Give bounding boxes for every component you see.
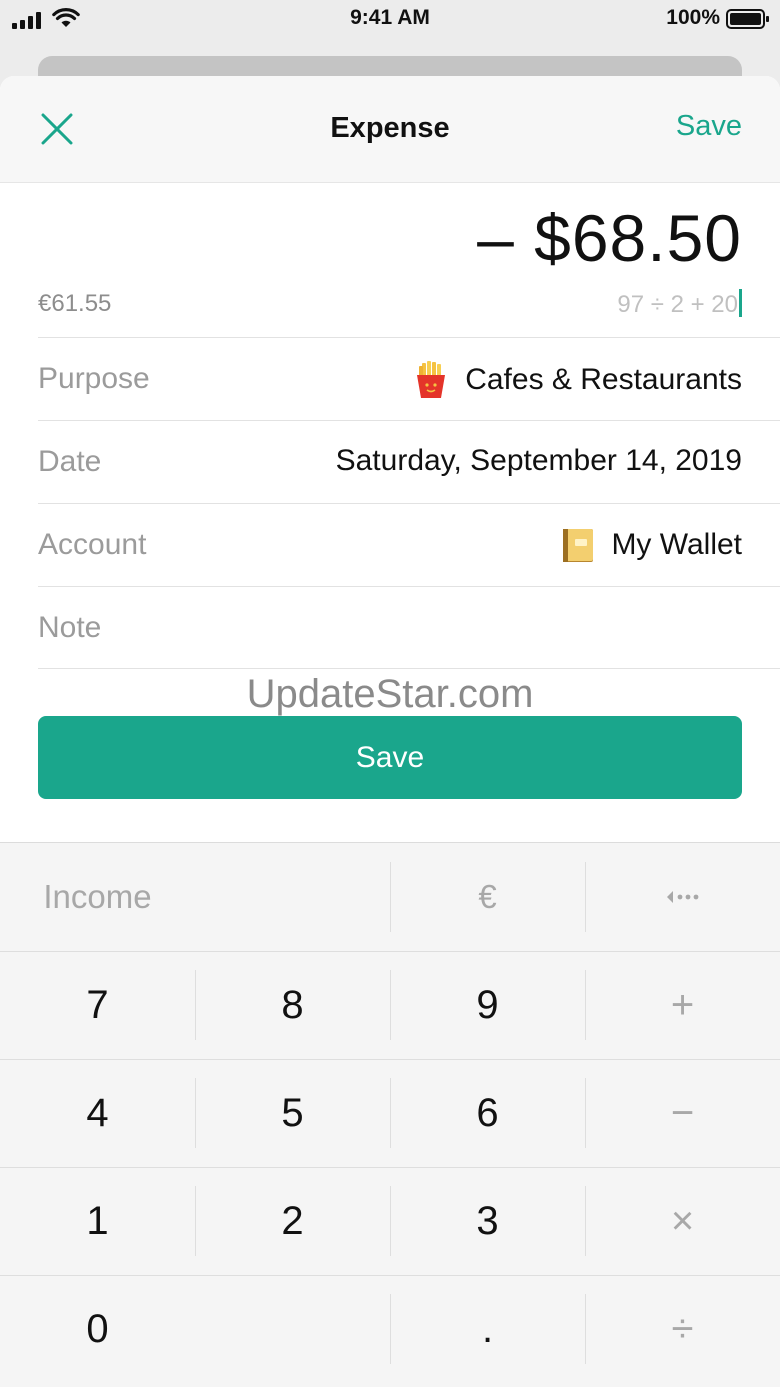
account-label: Account <box>38 528 147 561</box>
backspace-icon <box>666 891 698 903</box>
keypad-divider <box>585 1294 586 1364</box>
amount-display: – $68.50 <box>477 201 742 275</box>
key-decimal[interactable]: . <box>390 1275 585 1383</box>
key-9-label: 9 <box>476 983 499 1027</box>
purpose-row[interactable]: Purpose Cafes & Restaurants <box>38 337 780 420</box>
backspace-button[interactable] <box>585 843 780 951</box>
key-0[interactable]: 0 <box>0 1275 195 1383</box>
key-times-label: × <box>670 1199 695 1243</box>
battery-percentage: 100% <box>666 6 720 29</box>
keypad-divider <box>0 951 780 952</box>
keypad-divider <box>0 1059 780 1060</box>
note-label: Note <box>38 611 102 644</box>
status-bar: 9:41 AM 100% <box>0 0 780 40</box>
divider <box>38 668 780 669</box>
keypad-divider <box>195 970 196 1040</box>
keypad-divider <box>585 1078 586 1148</box>
key-2[interactable]: 2 <box>195 1167 390 1275</box>
purpose-label: Purpose <box>38 362 150 395</box>
key-divide[interactable]: ÷ <box>585 1275 780 1383</box>
nav-bar: Expense Save <box>0 76 780 183</box>
key-2-label: 2 <box>281 1199 304 1243</box>
key-0-label: 0 <box>86 1307 109 1351</box>
keypad-divider <box>390 970 391 1040</box>
income-toggle-button[interactable]: Income <box>0 843 195 951</box>
expression-text: 97 ÷ 2 + 20 <box>617 291 738 318</box>
key-5-label: 5 <box>281 1091 304 1135</box>
keypad-divider <box>390 1078 391 1148</box>
key-3-label: 3 <box>476 1199 499 1243</box>
keypad-divider <box>390 1294 391 1364</box>
expense-sheet: Expense Save – $68.50 €61.55 97 ÷ 2 + 20… <box>0 76 780 1387</box>
fries-icon <box>417 361 446 398</box>
date-row[interactable]: Date Saturday, September 14, 2019 <box>38 420 780 503</box>
watermark: UpdateStar.com <box>246 672 534 716</box>
key-decimal-label: . <box>481 1307 494 1351</box>
note-row[interactable]: Note <box>38 586 780 669</box>
keypad-divider <box>195 1186 196 1256</box>
key-1-label: 1 <box>86 1199 109 1243</box>
page-title: Expense <box>330 112 450 144</box>
key-8-label: 8 <box>281 983 304 1027</box>
income-label: Income <box>43 878 152 915</box>
status-time: 9:41 AM <box>350 6 430 29</box>
account-value: My Wallet <box>611 528 742 561</box>
key-1[interactable]: 1 <box>0 1167 195 1275</box>
key-7[interactable]: 7 <box>0 951 195 1059</box>
keypad-divider <box>585 862 586 932</box>
date-label: Date <box>38 445 102 478</box>
key-8[interactable]: 8 <box>195 951 390 1059</box>
keypad-divider <box>390 1186 391 1256</box>
currency-button[interactable]: € <box>390 843 585 951</box>
date-value: Saturday, September 14, 2019 <box>335 444 742 477</box>
keypad-divider <box>390 862 391 932</box>
battery-icon <box>726 9 769 29</box>
keypad-divider <box>585 970 586 1040</box>
key-minus-label: − <box>670 1091 695 1135</box>
keypad: Income € 7 8 9 + 4 5 6 − 1 2 3 × 0 . ÷ <box>0 842 780 1387</box>
keypad-divider <box>0 1275 780 1276</box>
key-6-label: 6 <box>476 1091 499 1135</box>
currency-label: € <box>478 878 497 915</box>
key-plus[interactable]: + <box>585 951 780 1059</box>
key-divide-label: ÷ <box>671 1307 694 1351</box>
converted-amount: €61.55 <box>38 290 112 317</box>
key-3[interactable]: 3 <box>390 1167 585 1275</box>
keypad-divider <box>195 1078 196 1148</box>
key-minus[interactable]: − <box>585 1059 780 1167</box>
keypad-divider <box>0 1167 780 1168</box>
ledger-icon <box>563 529 594 562</box>
purpose-value-group: Cafes & Restaurants <box>413 361 742 399</box>
account-value-group: My Wallet <box>561 527 742 563</box>
nav-save-button[interactable]: Save <box>676 110 742 143</box>
key-5[interactable]: 5 <box>195 1059 390 1167</box>
save-button[interactable]: Save <box>38 716 742 799</box>
date-value-group: Saturday, September 14, 2019 <box>336 444 742 478</box>
account-row[interactable]: Account My Wallet <box>38 503 780 586</box>
key-times[interactable]: × <box>585 1167 780 1275</box>
amount-expression[interactable]: 97 ÷ 2 + 20 <box>617 289 742 319</box>
key-plus-label: + <box>670 983 695 1027</box>
key-9[interactable]: 9 <box>390 951 585 1059</box>
key-4-label: 4 <box>86 1091 109 1135</box>
text-caret <box>739 289 742 317</box>
keypad-divider <box>585 1186 586 1256</box>
key-6[interactable]: 6 <box>390 1059 585 1167</box>
purpose-value: Cafes & Restaurants <box>465 363 742 396</box>
key-7-label: 7 <box>86 983 109 1027</box>
key-4[interactable]: 4 <box>0 1059 195 1167</box>
